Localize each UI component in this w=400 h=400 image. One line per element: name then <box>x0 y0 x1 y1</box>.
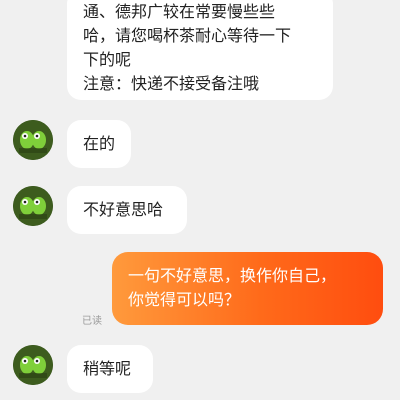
message-text-line: 注意：快递不接受备注哦 <box>83 74 260 93</box>
green-cartoon-character-avatar-icon[interactable] <box>13 345 53 385</box>
message-text-line: 稍等呢 <box>83 359 132 378</box>
message-text-line: 不好意思哈 <box>83 200 164 219</box>
message-text-line: 你觉得可以吗？ <box>128 290 241 309</box>
message-text-line: 通、德邦广较在常要慢些些 <box>83 2 276 21</box>
message-text-line: 哈，请您喝杯茶耐心等待一下 <box>83 26 292 45</box>
message-bubble-sent[interactable]: 一句不好意思，换作你自己， 你觉得可以吗？ <box>112 252 383 325</box>
read-status-label: 已读 <box>82 316 102 327</box>
message-bubble-received[interactable]: 在的 <box>67 120 131 168</box>
message-text-line: 在的 <box>83 134 116 153</box>
message-bubble-received[interactable]: 稍等呢 <box>67 345 153 393</box>
green-cartoon-character-avatar-icon[interactable] <box>13 120 53 160</box>
message-bubble-received[interactable]: 不好意思哈 <box>67 186 187 234</box>
message-text-line: 一句不好意思，换作你自己， <box>128 266 337 285</box>
chat-conversation: 通、德邦广较在常要慢些些 哈，请您喝杯茶耐心等待一下 下的呢 注意：快递不接受备… <box>0 0 400 400</box>
green-cartoon-character-avatar-icon[interactable] <box>13 186 53 226</box>
message-bubble-received[interactable]: 通、德邦广较在常要慢些些 哈，请您喝杯茶耐心等待一下 下的呢 注意：快递不接受备… <box>67 0 333 100</box>
message-text-line: 下的呢 <box>83 50 132 69</box>
